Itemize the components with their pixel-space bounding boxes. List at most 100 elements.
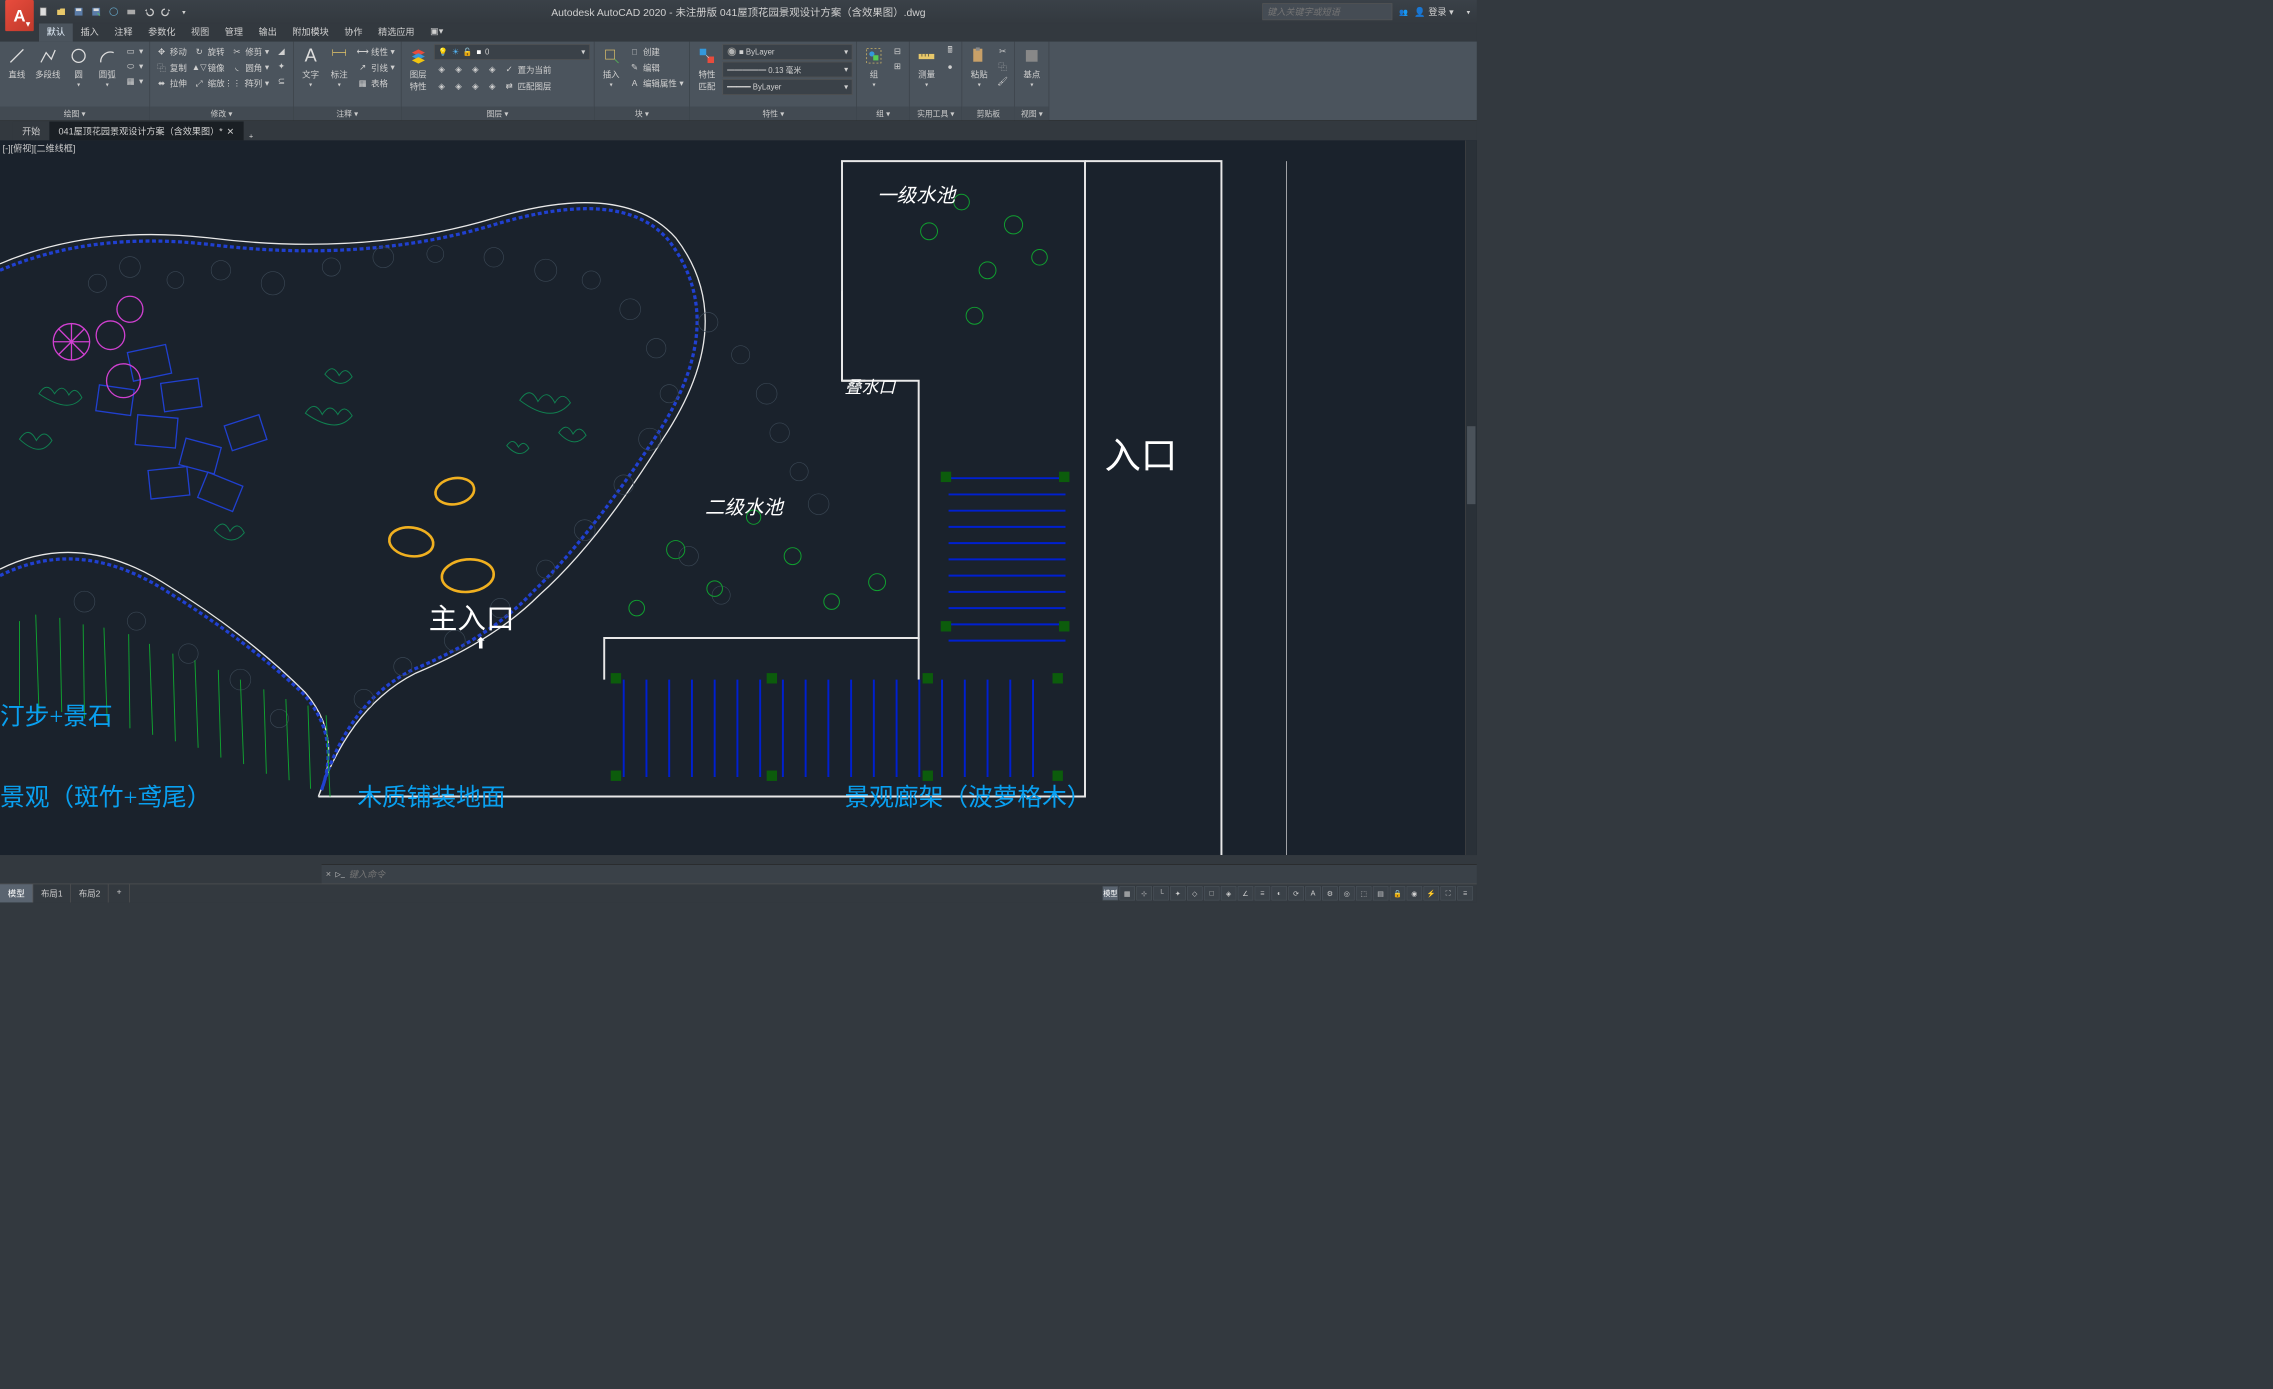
base-button[interactable]: 基点▾: [1019, 44, 1045, 89]
layer-tool-icon[interactable]: ◈: [451, 62, 467, 77]
scrollbar-vertical[interactable]: [1465, 140, 1477, 855]
scale-button[interactable]: ⤢缩放: [191, 75, 226, 90]
open-icon[interactable]: [53, 4, 69, 20]
trim-button[interactable]: ✂修剪 ▾: [229, 44, 271, 59]
tab-focus[interactable]: ▣▾: [422, 23, 451, 41]
hwacc-icon[interactable]: ⚡: [1423, 886, 1439, 900]
snap-icon[interactable]: ⊹: [1136, 886, 1152, 900]
layout1-tab[interactable]: 布局1: [33, 884, 71, 902]
infocenter-icon[interactable]: 👥: [1399, 7, 1408, 15]
polar-icon[interactable]: ✦: [1170, 886, 1186, 900]
layer-tool-icon[interactable]: ◈: [434, 79, 450, 94]
isodraft-icon[interactable]: ◇: [1187, 886, 1203, 900]
text-button[interactable]: A文字▾: [298, 44, 324, 89]
arc-button[interactable]: 圆弧▾: [94, 44, 120, 89]
tab-default[interactable]: 默认: [39, 23, 73, 41]
close-icon[interactable]: ✕: [227, 126, 235, 136]
drawing-canvas[interactable]: [-][俯视][二维线框]: [0, 140, 1477, 855]
tab-insert[interactable]: 插入: [73, 23, 107, 41]
measure-button[interactable]: 测量▾: [914, 44, 940, 89]
grid-icon[interactable]: ▦: [1119, 886, 1135, 900]
edit-attr-button[interactable]: A编辑属性 ▾: [627, 75, 686, 90]
lweight-icon[interactable]: ≡: [1255, 886, 1271, 900]
leader-button[interactable]: ↗引线 ▾: [355, 60, 397, 75]
tab-view[interactable]: 视图: [183, 23, 217, 41]
layout2-tab[interactable]: 布局2: [71, 884, 109, 902]
3dosnap-icon[interactable]: ◈: [1221, 886, 1237, 900]
panel-title[interactable]: 组 ▾: [857, 107, 909, 121]
group-edit-icon[interactable]: ⊞: [890, 59, 906, 73]
erase-icon[interactable]: ◢: [274, 44, 290, 58]
make-current-button[interactable]: ✓置为当前: [501, 62, 553, 77]
copy-clip-icon[interactable]: ⿻: [995, 59, 1011, 73]
explode-icon[interactable]: ✦: [274, 59, 290, 73]
layer-dropdown[interactable]: 💡☀🔓■0▾: [434, 44, 590, 60]
move-button[interactable]: ✥移动: [154, 44, 189, 59]
layer-tool-icon[interactable]: ◈: [468, 62, 484, 77]
lineweight-dropdown[interactable]: ━━━━━ 0.13 毫米▾: [723, 62, 853, 78]
osnap-icon[interactable]: □: [1204, 886, 1220, 900]
mirror-button[interactable]: ▲▽镜像: [191, 60, 226, 75]
search-input[interactable]: [1263, 3, 1393, 20]
file-tab-doc[interactable]: 041屋顶花园景观设计方案（含效果图）*✕: [49, 121, 243, 140]
ellipse-icon[interactable]: ⬭▾: [123, 59, 145, 73]
tab-featured[interactable]: 精选应用: [370, 23, 422, 41]
command-input[interactable]: [349, 869, 1473, 879]
table-button[interactable]: ▦表格: [355, 75, 397, 90]
copy-button[interactable]: ⿻复制: [154, 60, 189, 75]
model-tab[interactable]: 模型: [0, 884, 33, 902]
paste-button[interactable]: 粘贴▾: [966, 44, 992, 89]
qat-dropdown-icon[interactable]: ▾: [176, 4, 192, 20]
panel-title[interactable]: 剪贴板: [962, 107, 1014, 121]
stretch-button[interactable]: ⬌拉伸: [154, 75, 189, 90]
new-icon[interactable]: [36, 4, 52, 20]
panel-title[interactable]: 块 ▾: [594, 107, 689, 121]
layer-tool-icon[interactable]: ◈: [451, 79, 467, 94]
layer-props-button[interactable]: 图层 特性: [405, 44, 431, 93]
otrack-icon[interactable]: ∠: [1238, 886, 1254, 900]
dimension-button[interactable]: 标注▾: [326, 44, 352, 89]
saveas-icon[interactable]: [88, 4, 104, 20]
edit-block-button[interactable]: ✎编辑: [627, 60, 686, 75]
add-layout-button[interactable]: +: [109, 884, 130, 902]
annoscale-icon[interactable]: A: [1305, 886, 1321, 900]
calc-icon[interactable]: 🖩: [942, 44, 958, 58]
panel-title[interactable]: 特性 ▾: [690, 107, 856, 121]
panel-title[interactable]: 图层 ▾: [401, 107, 593, 121]
add-tab-button[interactable]: +: [243, 133, 259, 141]
linetype-dropdown[interactable]: ━━━━━ ByLayer▾: [723, 79, 853, 95]
close-icon[interactable]: ✕: [325, 870, 331, 878]
isolate-icon[interactable]: ◉: [1407, 886, 1423, 900]
app-logo[interactable]: A▾: [5, 0, 34, 31]
cleanscreen-icon[interactable]: ⛶: [1440, 886, 1456, 900]
cut-icon[interactable]: ✂: [995, 44, 1011, 58]
ortho-icon[interactable]: └: [1153, 886, 1169, 900]
array-button[interactable]: ⋮⋮⋮阵列 ▾: [229, 75, 271, 90]
group-button[interactable]: 组▾: [861, 44, 887, 89]
tab-collab[interactable]: 协作: [337, 23, 371, 41]
linear-button[interactable]: ⟷线性 ▾: [355, 44, 397, 59]
rect-icon[interactable]: ▭▾: [123, 44, 145, 58]
tab-addins[interactable]: 附加模块: [285, 23, 337, 41]
units-icon[interactable]: ⬚: [1356, 886, 1372, 900]
tab-parametric[interactable]: 参数化: [140, 23, 183, 41]
panel-title[interactable]: 实用工具 ▾: [910, 107, 962, 121]
panel-title[interactable]: 视图 ▾: [1015, 107, 1049, 121]
line-button[interactable]: 直线: [4, 44, 30, 81]
layer-tool-icon[interactable]: ◈: [484, 62, 500, 77]
web-icon[interactable]: [106, 4, 122, 20]
match-props-button[interactable]: 特性 匹配: [694, 44, 720, 93]
lock-ui-icon[interactable]: 🔒: [1390, 886, 1406, 900]
tab-manage[interactable]: 管理: [217, 23, 251, 41]
match-layer-button[interactable]: ⇄匹配图层: [501, 79, 553, 94]
panel-title[interactable]: 注释 ▾: [294, 107, 401, 121]
polyline-button[interactable]: 多段线: [32, 44, 63, 81]
plot-icon[interactable]: [123, 4, 139, 20]
transparency-icon[interactable]: ◐: [1271, 886, 1287, 900]
file-tab-start[interactable]: 开始: [13, 121, 49, 140]
tab-output[interactable]: 输出: [251, 23, 285, 41]
layer-tool-icon[interactable]: ◈: [434, 62, 450, 77]
redo-icon[interactable]: [159, 4, 175, 20]
quickprops-icon[interactable]: ▤: [1373, 886, 1389, 900]
fillet-button[interactable]: ◟圆角 ▾: [229, 60, 271, 75]
